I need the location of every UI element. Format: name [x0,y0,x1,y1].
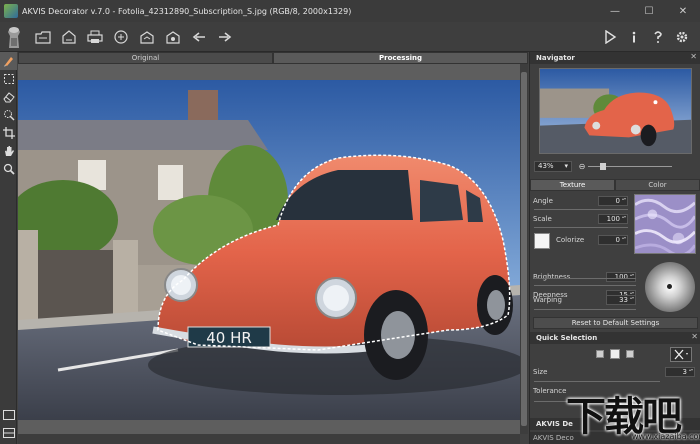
light-source-dot[interactable] [667,284,672,289]
tab-processing[interactable]: Processing [273,52,528,64]
view-tabs: Original Processing [18,52,528,64]
hand-icon[interactable] [0,142,17,160]
processed-photo: 40 HR [18,80,520,420]
selection-new-icon[interactable] [596,350,604,358]
help-icon[interactable] [646,25,670,49]
zoom-value: 43% [538,162,554,170]
texture-preview[interactable] [634,194,696,254]
colorize-swatch[interactable] [534,233,550,249]
crop-icon[interactable] [0,124,17,142]
brightness-spin[interactable]: 100 [606,272,636,282]
colorize-label: Colorize [556,236,585,244]
qs-size-spin[interactable]: 3 [665,367,695,377]
akvis-logo-icon [8,27,20,48]
maximize-button[interactable]: ☐ [632,0,666,22]
app-icon [4,4,18,18]
license-plate-text: 40 HR [206,329,252,347]
colorize-spin[interactable]: 0 [598,235,628,245]
tab-original[interactable]: Original [18,52,273,64]
info-icon[interactable] [622,25,646,49]
light-direction-ball[interactable] [645,262,695,312]
warping-label: Warping [533,296,562,304]
zoom-row: 43% ▾ ⊖ ⊕ [530,159,700,173]
reset-defaults-button[interactable]: Reset to Default Settings [533,317,698,329]
zoom-out-icon[interactable]: ⊖ [578,161,586,172]
decorate-brush-icon[interactable] [0,52,17,70]
qs-size-label: Size [533,368,548,376]
warping-slider[interactable] [534,309,636,310]
scale-slider[interactable] [534,227,628,228]
tab-color[interactable]: Color [615,179,700,191]
close-icon[interactable]: ✕ [690,52,697,61]
minimize-button[interactable]: — [598,0,632,22]
quick-selection-title: Quick Selection [536,334,598,342]
navigator-preview[interactable] [539,68,692,154]
chevron-down-icon: ▾ [564,162,568,170]
angle-slider[interactable] [534,209,628,210]
navigator-title: Navigator [536,54,575,62]
run-icon[interactable] [598,25,622,49]
eraser-icon[interactable] [0,88,17,106]
zoom-icon[interactable] [0,160,17,178]
selection-subtract-icon[interactable] [626,350,634,358]
print-icon[interactable] [82,25,108,49]
zoom-select[interactable]: 43% ▾ [534,160,572,172]
settings-icon[interactable] [670,25,694,49]
open-icon[interactable] [30,25,56,49]
batch-icon[interactable] [134,25,160,49]
window-controls: — ☐ ✕ [598,0,700,22]
tab-texture[interactable]: Texture [530,179,615,191]
scroll-thumb[interactable] [521,72,527,426]
deepness-slider[interactable] [534,278,636,279]
view-single-icon[interactable] [0,406,17,424]
view-split-icon[interactable] [0,424,17,442]
quick-selection-icon[interactable] [0,106,17,124]
app-window: AKVIS Decorator v.7.0 - Fotolia_42312890… [0,0,700,444]
brightness-slider[interactable] [534,285,636,286]
window-title: AKVIS Decorator v.7.0 - Fotolia_42312890… [22,6,352,16]
main-toolbar [0,22,700,52]
zoom-knob[interactable] [600,162,606,170]
close-button[interactable]: ✕ [666,0,700,22]
collapse-icon[interactable]: ✕ [691,332,698,341]
image-canvas[interactable]: 40 HR [18,64,520,434]
quick-selection-header: Quick Selection ✕ [530,332,700,344]
brightness-label: Brightness [533,273,571,281]
scale-spin[interactable]: 100 [598,214,628,224]
tool-strip [0,52,17,444]
scissors-brush-icon [674,349,688,360]
warping-spin[interactable]: 33 [606,295,636,305]
brush-selector[interactable] [670,347,692,362]
site-watermark: 下载吧 www.xiazaiba.com [560,384,700,444]
save-icon[interactable] [56,25,82,49]
qs-size-slider[interactable] [534,381,660,382]
settings-tabs: Texture Color [530,179,700,191]
zoom-slider[interactable]: ⊖ ⊕ [578,161,680,172]
navigator-header: Navigator ✕ [530,52,700,64]
redo-icon[interactable] [212,25,238,49]
title-bar: AKVIS Decorator v.7.0 - Fotolia_42312890… [0,0,700,22]
angle-spin[interactable]: 0 [598,196,628,206]
undo-icon[interactable] [186,25,212,49]
scale-label: Scale [533,215,552,223]
watermark-url: www.xiazaiba.com [632,432,700,441]
angle-label: Angle [533,197,553,205]
rect-selection-icon[interactable] [0,70,17,88]
canvas-horizontal-scrollbar[interactable] [18,434,520,444]
plugin-icon[interactable] [160,25,186,49]
share-icon[interactable] [108,25,134,49]
canvas-vertical-scrollbar[interactable] [520,64,528,434]
selection-add-icon[interactable] [610,349,620,359]
quick-selection-tools [530,346,700,364]
